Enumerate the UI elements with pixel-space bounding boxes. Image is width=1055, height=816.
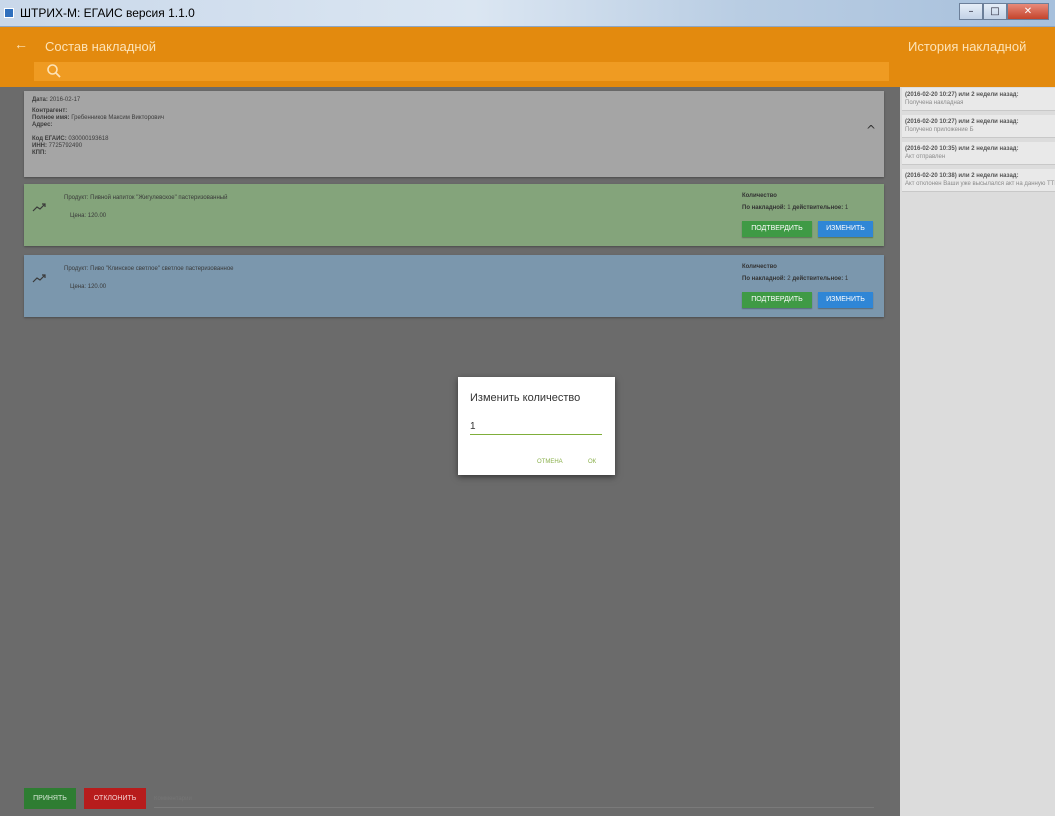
actual-label: действительное:	[792, 276, 844, 282]
invoice-date-row: Дата: 2016-02-17	[32, 97, 876, 104]
dialog-title: Изменить количество	[470, 392, 581, 404]
history-header: История накладной	[900, 27, 1055, 87]
comment-input[interactable]	[154, 790, 874, 808]
product-card: Продукт: Пивной напиток "Жигулевское" па…	[24, 184, 884, 246]
cancel-button[interactable]: ОТМЕНА	[537, 459, 563, 465]
fullname-label: Полное имя:	[32, 115, 70, 121]
confirm-button[interactable]: ПОДТВЕРДИТЬ	[742, 292, 812, 308]
kpp-label: КПП:	[32, 150, 47, 156]
history-item-message: Акт отправлен	[905, 154, 946, 160]
accept-button[interactable]: ПРИНЯТЬ	[24, 788, 76, 809]
history-item-time: (2016-02-20 10:27) или 2 недели назад:	[905, 92, 1019, 98]
product-price: Цена: 120.00	[70, 213, 107, 219]
egais-value: 030000193618	[68, 136, 109, 142]
egais-row: Код ЕГАИС: 030000193618	[32, 136, 876, 143]
quantity-title: Количество	[742, 193, 777, 199]
fullname-row: Полное имя: Гребенников Максим Викторови…	[32, 115, 876, 122]
ok-button[interactable]: ОК	[588, 459, 596, 465]
close-button[interactable]: ✕	[1007, 3, 1049, 20]
main-toolbar: ← Состав накладной	[0, 27, 900, 87]
chevron-up-icon[interactable]: ^	[866, 124, 876, 136]
history-item: (2016-02-20 10:38) или 2 недели назад: А…	[902, 169, 1055, 192]
minimize-button[interactable]: –	[959, 3, 983, 20]
inn-value: 7725792490	[48, 143, 83, 149]
quantity-values: По накладной: 1 действительное: 1	[742, 205, 848, 211]
history-panel: (2016-02-20 10:27) или 2 недели назад: П…	[900, 87, 1055, 816]
maximize-button[interactable]: □	[983, 3, 1007, 20]
egais-label: Код ЕГАИС:	[32, 136, 67, 142]
page-title: Состав накладной	[45, 39, 156, 54]
window-controls: – □ ✕	[959, 3, 1049, 20]
history-item-message: Акт отклонен Ваши уже высылался акт на д…	[905, 181, 1055, 187]
history-item: (2016-02-20 10:35) или 2 недели назад: А…	[902, 142, 1055, 165]
history-item: (2016-02-20 10:27) или 2 недели назад: П…	[902, 88, 1055, 111]
quantity-values: По накладной: 2 действительное: 1	[742, 276, 848, 282]
product-name: Продукт: Пивной напиток "Жигулевское" па…	[64, 195, 228, 201]
product-price: Цена: 120.00	[70, 284, 107, 290]
fullname-value: Гребенников Максим Викторович	[71, 115, 164, 121]
change-button[interactable]: ИЗМЕНИТЬ	[818, 221, 873, 237]
actual-value: 1	[844, 205, 849, 211]
history-item-message: Получена накладная	[905, 100, 964, 106]
history-item-message: Получено приложение Б	[905, 127, 974, 133]
invoice-info-card[interactable]: Дата: 2016-02-17 Контрагент: Полное имя:…	[24, 91, 884, 177]
history-title: История накладной	[908, 39, 1027, 54]
window-title: ШТРИХ-М: ЕГАИС версия 1.1.0	[20, 6, 195, 20]
quantity-title: Количество	[742, 264, 777, 270]
trending-icon	[32, 274, 46, 283]
history-item-time: (2016-02-20 10:27) или 2 недели назад:	[905, 119, 1019, 125]
inn-row: ИНН: 7725792490	[32, 143, 876, 150]
history-item: (2016-02-20 10:27) или 2 недели назад: П…	[902, 115, 1055, 138]
address-label: Адрес:	[32, 122, 53, 128]
by-invoice-label: По накладной:	[742, 276, 786, 282]
search-bar[interactable]	[34, 62, 889, 81]
product-card: Продукт: Пиво "Клинское светлое" светлое…	[24, 255, 884, 317]
change-quantity-dialog: Изменить количество ОТМЕНА ОК	[458, 377, 615, 475]
inn-label: ИНН:	[32, 143, 47, 149]
by-invoice-value: 2	[787, 276, 791, 282]
actual-label: действительное:	[792, 205, 844, 211]
history-item-time: (2016-02-20 10:38) или 2 недели назад:	[905, 173, 1019, 179]
by-invoice-value: 1	[787, 205, 791, 211]
contractor-label: Контрагент:	[32, 108, 68, 114]
reject-button[interactable]: ОТКЛОНИТЬ	[84, 788, 146, 809]
window-titlebar: ШТРИХ-М: ЕГАИС версия 1.1.0 – □ ✕	[0, 0, 1055, 27]
search-icon[interactable]	[46, 63, 62, 79]
confirm-button[interactable]: ПОДТВЕРДИТЬ	[742, 221, 812, 237]
quantity-input[interactable]	[470, 419, 602, 435]
product-name: Продукт: Пиво "Клинское светлое" светлое…	[64, 266, 234, 272]
trending-icon	[32, 203, 46, 212]
history-item-time: (2016-02-20 10:35) или 2 недели назад:	[905, 146, 1019, 152]
invoice-date: 2016-02-17	[49, 97, 81, 103]
by-invoice-label: По накладной:	[742, 205, 786, 211]
date-label: Дата:	[32, 97, 48, 103]
app-icon	[4, 8, 14, 18]
actual-value: 1	[844, 276, 849, 282]
change-button[interactable]: ИЗМЕНИТЬ	[818, 292, 873, 308]
back-arrow-icon[interactable]: ←	[14, 36, 28, 52]
